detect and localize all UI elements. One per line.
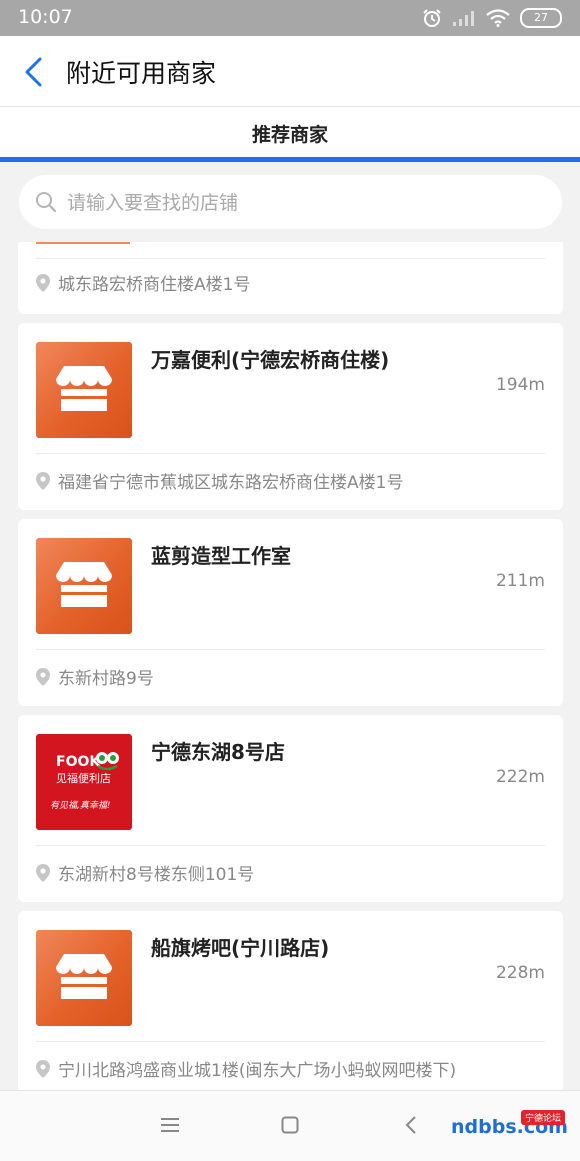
address-row: 城东路宏桥商住楼A楼1号 <box>36 270 250 295</box>
svg-text:有见福,真幸福!: 有见福,真幸福! <box>50 800 110 811</box>
merchant-thumbnail <box>36 538 132 634</box>
merchant-thumbnail <box>36 930 132 1026</box>
store-icon <box>56 954 112 999</box>
tab-recommended[interactable]: 推荐商家 <box>252 120 328 147</box>
chevron-left-icon <box>25 57 42 87</box>
merchant-distance: 211m <box>495 571 545 591</box>
address-row: 福建省宁德市蕉城区城东路宏桥商住楼A楼1号 <box>36 468 403 493</box>
card-divider <box>36 258 545 259</box>
merchant-card-partial[interactable]: 城东路宏桥商住楼A楼1号 <box>18 242 563 314</box>
fook-logo: FOOK 见福便利店 有见福,真幸福! <box>50 752 119 811</box>
address-row: 东湖新村8号楼东侧101号 <box>36 860 254 885</box>
alarm-icon <box>423 9 441 27</box>
merchant-distance: 228m <box>495 963 545 983</box>
search-box[interactable] <box>19 175 562 231</box>
card-divider <box>36 649 545 650</box>
status-bar: 10:07 27 <box>0 0 580 36</box>
location-pin-icon <box>36 863 50 882</box>
merchant-thumbnail: FOOK 见福便利店 有见福,真幸福! <box>36 734 132 830</box>
merchant-address: 东新村路9号 <box>58 669 154 689</box>
search-icon <box>36 192 57 213</box>
store-icon <box>56 366 112 411</box>
wifi-icon <box>486 9 510 27</box>
svg-text:FOOK: FOOK <box>56 754 101 770</box>
location-pin-icon <box>36 1059 50 1078</box>
card-divider <box>36 453 545 454</box>
merchant-address: 宁川北路鸿盛商业城1楼(闽东大广场小蚂蚁网吧楼下) <box>58 1061 457 1081</box>
merchant-distance: 222m <box>495 767 545 787</box>
merchant-thumbnail <box>36 342 132 438</box>
merchant-address: 东湖新村8号楼东侧101号 <box>58 865 255 885</box>
merchant-name: 蓝剪造型工作室 <box>151 544 291 568</box>
merchant-address: 城东路宏桥商住楼A楼1号 <box>58 275 251 295</box>
address-row: 东新村路9号 <box>36 664 154 689</box>
card-divider <box>36 1041 545 1042</box>
store-icon <box>56 562 112 607</box>
location-pin-icon <box>36 667 50 686</box>
merchant-name: 船旗烤吧(宁川路店) <box>151 936 330 960</box>
home-icon[interactable] <box>281 1116 299 1134</box>
page-title: 附近可用商家 <box>66 59 217 88</box>
merchant-card[interactable]: 万嘉便利(宁德宏桥商住楼) 194m 福建省宁德市蕉城区城东路宏桥商住楼A楼1号 <box>18 323 563 510</box>
merchant-card[interactable]: FOOK 见福便利店 有见福,真幸福! 宁德东湖8号店 222m 东湖新村8号楼… <box>18 715 563 902</box>
merchant-card[interactable]: 船旗烤吧(宁川路店) 228m 宁川北路鸿盛商业城1楼(闽东大广场小蚂蚁网吧楼下… <box>18 911 563 1093</box>
merchant-card[interactable]: 蓝剪造型工作室 211m 东新村路9号 <box>18 519 563 706</box>
location-pin-icon <box>36 471 50 490</box>
app-header: 附近可用商家 <box>0 36 580 107</box>
forum-watermark: ndbbs.com 宁德论坛 <box>451 1110 571 1150</box>
watermark-badge: 宁德论坛 <box>520 1110 565 1125</box>
svg-text:见福便利店: 见福便利店 <box>56 771 111 785</box>
status-time: 10:07 <box>18 6 73 28</box>
address-row: 宁川北路鸿盛商业城1楼(闽东大广场小蚂蚁网吧楼下) <box>36 1056 456 1081</box>
card-divider <box>36 845 545 846</box>
status-icons: 27 <box>422 8 562 28</box>
merchant-name: 万嘉便利(宁德宏桥商住楼) <box>151 348 390 372</box>
location-pin-icon <box>36 273 50 292</box>
menu-icon[interactable] <box>160 1117 180 1133</box>
merchant-address: 福建省宁德市蕉城区城东路宏桥商住楼A楼1号 <box>58 473 404 493</box>
merchant-name: 宁德东湖8号店 <box>151 740 285 764</box>
merchant-distance: 194m <box>495 375 545 395</box>
back-button[interactable] <box>20 56 48 88</box>
thumbnail-edge <box>36 242 130 244</box>
signal-icon <box>453 11 474 26</box>
battery-indicator: 27 <box>520 8 562 28</box>
search-area <box>0 162 580 242</box>
back-nav-icon[interactable] <box>404 1115 418 1135</box>
tab-bar: 推荐商家 <box>0 107 580 157</box>
search-input[interactable] <box>65 175 539 231</box>
